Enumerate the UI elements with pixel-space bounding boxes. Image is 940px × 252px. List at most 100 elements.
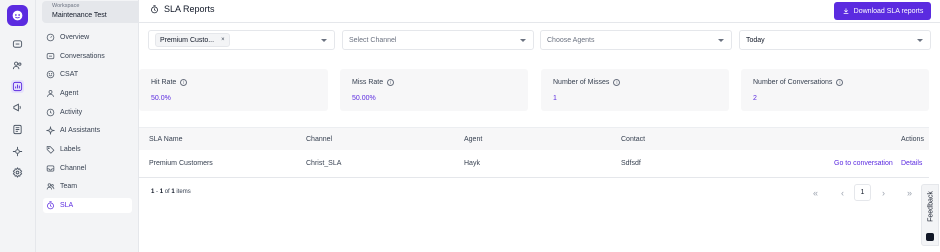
- sidebar-item-labels[interactable]: Labels: [43, 142, 132, 157]
- agent-icon: [47, 90, 54, 97]
- workspace-name: Maintenance Test: [52, 12, 107, 19]
- sidebar-item-label: CSAT: [60, 71, 79, 78]
- next-page-button[interactable]: ›: [874, 184, 893, 201]
- misses-value: 1: [553, 95, 557, 102]
- chevron-down-icon: [321, 39, 327, 42]
- cell-sla-name: Premium Customers: [149, 160, 213, 167]
- overview-icon: [46, 33, 55, 42]
- sidebar-item-agent[interactable]: Agent: [43, 86, 132, 101]
- sidebar-item-label: SLA: [60, 202, 74, 209]
- sidebar-item-label: Overview: [60, 34, 90, 41]
- details-link[interactable]: Details: [901, 160, 922, 167]
- sidebar-item-overview[interactable]: Overview: [43, 30, 132, 45]
- sidebar-item-label: Conversations: [60, 53, 105, 60]
- reports-sidebar: Workspace Maintenance Test Overview Conv…: [36, 0, 168, 252]
- sidebar-item-channel[interactable]: Channel: [43, 161, 132, 176]
- cell-channel: Christ_SLA: [306, 160, 342, 167]
- campaigns-icon[interactable]: [11, 101, 24, 114]
- misses-card: Number of Misses i 1: [541, 69, 729, 111]
- sidebar-item-csat[interactable]: CSAT: [43, 67, 132, 82]
- csat-icon: [46, 70, 55, 79]
- miss-rate-value: 50.00%: [352, 95, 376, 102]
- sidebar-item-label: Team: [60, 183, 78, 190]
- labels-icon: [46, 146, 55, 154]
- column-channel: Channel: [306, 136, 333, 143]
- page-title: SLA Reports: [150, 4, 215, 14]
- column-contact: Contact: [621, 136, 646, 143]
- sidebar-item-label: Activity: [60, 109, 83, 116]
- chevron-down-icon: [917, 39, 923, 42]
- channel-filter[interactable]: Select Channel: [342, 30, 534, 50]
- channel-icon: [46, 165, 55, 172]
- last-page-button[interactable]: »: [900, 184, 919, 201]
- chevron-down-icon: [718, 39, 724, 42]
- items-text: items: [174, 189, 191, 195]
- first-page-button[interactable]: «: [806, 184, 825, 201]
- stopwatch-icon: [151, 4, 158, 13]
- sidebar-item-ai-assistants[interactable]: AI Assistants: [43, 123, 132, 138]
- app-logo-icon[interactable]: [7, 5, 28, 26]
- miss-rate-label-text: Miss Rate: [352, 79, 384, 86]
- chevron-down-icon: [520, 39, 526, 42]
- sidebar-item-label: Labels: [60, 146, 81, 153]
- reports-icon[interactable]: [11, 80, 24, 93]
- settings-icon[interactable]: [11, 166, 24, 179]
- conversations-label-text: Number of Conversations: [753, 79, 833, 86]
- previous-page-button[interactable]: ‹: [833, 184, 852, 201]
- column-actions: Actions: [901, 136, 924, 143]
- info-icon[interactable]: i: [836, 79, 844, 86]
- sla-chip-label: Premium Custo...: [160, 36, 215, 44]
- workspace-caption: Workspace: [52, 3, 80, 9]
- chat-icon[interactable]: [11, 38, 24, 51]
- sidebar-item-conversations[interactable]: Conversations: [43, 49, 132, 64]
- conversations-card: Number of Conversations i 2: [741, 69, 929, 111]
- miss-rate-card: Miss Rate i 50.00%: [340, 69, 528, 111]
- chip-remove-icon[interactable]: ×: [221, 37, 225, 43]
- cell-contact: Sdfsdf: [621, 160, 641, 167]
- sidebar-item-team[interactable]: Team: [43, 179, 132, 194]
- column-agent: Agent: [464, 136, 483, 143]
- ai-assistants-icon: [46, 126, 55, 135]
- info-icon[interactable]: i: [613, 79, 621, 86]
- header-bar: SLA Reports Download SLA reports: [139, 0, 940, 23]
- feedback-label: Feedback: [927, 191, 935, 222]
- info-icon[interactable]: i: [180, 79, 188, 86]
- hit-rate-label: Hit Rate i: [151, 79, 188, 86]
- sidebar-item-label: Agent: [60, 90, 79, 97]
- misses-label-text: Number of Misses: [553, 79, 610, 86]
- conversations-icon: [46, 53, 55, 60]
- table-header: SLA Name Channel Agent Contact Actions: [139, 127, 929, 150]
- sla-icon: [47, 201, 54, 210]
- conversations-value: 2: [753, 95, 757, 102]
- date-range-value: Today: [746, 36, 765, 44]
- feedback-icon: [926, 233, 934, 241]
- go-to-conversation-link[interactable]: Go to conversation: [834, 160, 893, 167]
- integrations-icon[interactable]: [11, 145, 24, 158]
- column-sla-name: SLA Name: [149, 136, 183, 143]
- team-icon: [46, 183, 55, 190]
- table-row: Premium Customers Christ_SLA Hayk Sdfsdf…: [139, 150, 929, 178]
- download-sla-reports-button[interactable]: Download SLA reports: [834, 2, 931, 20]
- items-count: 1 - 1 of 1 items: [151, 189, 191, 195]
- channel-placeholder: Select Channel: [349, 36, 397, 44]
- sidebar-item-label: Channel: [60, 165, 87, 172]
- agents-placeholder: Choose Agents: [547, 36, 595, 44]
- agents-filter[interactable]: Choose Agents: [540, 30, 732, 50]
- download-icon: [843, 8, 849, 15]
- hit-rate-label-text: Hit Rate: [151, 79, 177, 86]
- info-icon[interactable]: i: [387, 79, 395, 86]
- icon-rail: [0, 0, 36, 252]
- feedback-tab[interactable]: Feedback: [921, 184, 939, 246]
- contacts-icon[interactable]: [11, 59, 24, 72]
- misses-label: Number of Misses i: [553, 79, 621, 86]
- miss-rate-label: Miss Rate i: [352, 79, 395, 86]
- help-center-icon[interactable]: [11, 123, 24, 136]
- sidebar-item-activity[interactable]: Activity: [43, 105, 132, 120]
- current-page-button[interactable]: 1: [854, 184, 871, 201]
- date-range-filter[interactable]: Today: [739, 30, 931, 50]
- sla-policy-filter[interactable]: Premium Custo... ×: [148, 30, 335, 50]
- main-content: SLA Reports Download SLA reports Premium…: [139, 0, 940, 252]
- hit-rate-value: 50.0%: [151, 95, 171, 102]
- sidebar-item-sla[interactable]: SLA: [43, 198, 132, 213]
- sidebar-item-label: AI Assistants: [60, 127, 101, 134]
